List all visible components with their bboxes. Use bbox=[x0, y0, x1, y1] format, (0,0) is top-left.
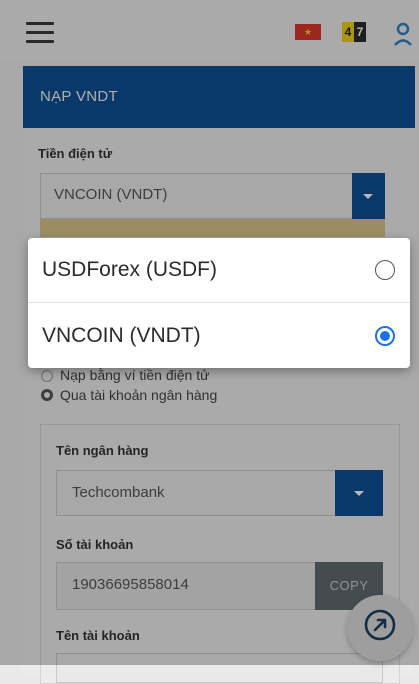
option-vndt-radio[interactable] bbox=[375, 326, 395, 346]
option-vndt[interactable]: VNCOIN (VNDT) bbox=[28, 304, 410, 368]
radio-selected-dot bbox=[380, 331, 390, 341]
crypto-options-dialog: USDForex (USDF) VNCOIN (VNDT) bbox=[28, 238, 410, 368]
option-divider bbox=[28, 302, 410, 303]
option-usdf-radio[interactable] bbox=[375, 260, 395, 280]
option-vndt-label: VNCOIN (VNDT) bbox=[42, 324, 201, 347]
option-usdf-label: USDForex (USDF) bbox=[42, 258, 218, 281]
option-usdf[interactable]: USDForex (USDF) bbox=[28, 238, 410, 302]
